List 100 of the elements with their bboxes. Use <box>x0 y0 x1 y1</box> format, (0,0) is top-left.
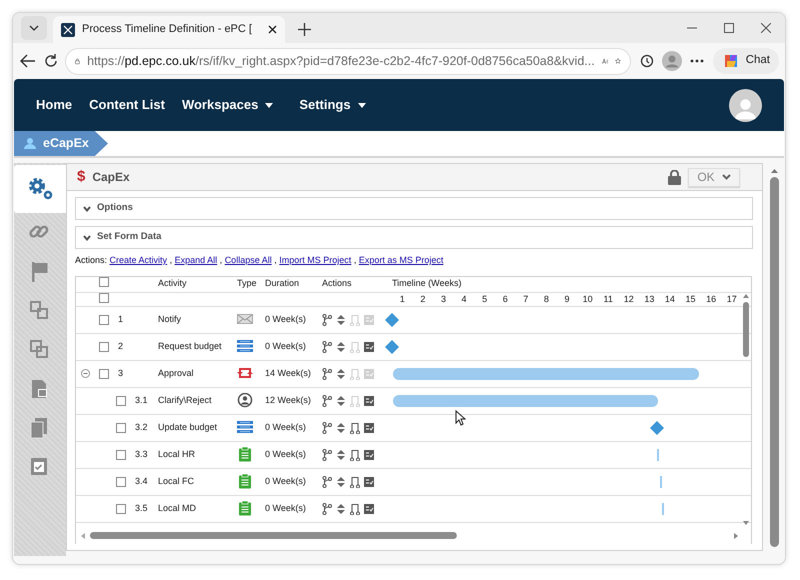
scroll-down-icon[interactable] <box>743 520 749 524</box>
milestone-diamond[interactable] <box>385 312 399 326</box>
scroll-left-icon[interactable] <box>80 532 85 538</box>
row-number: 1 <box>118 312 124 326</box>
chevron-down-icon <box>83 234 91 240</box>
form-check-icon[interactable] <box>364 448 374 460</box>
checkbox[interactable] <box>99 342 109 352</box>
tab-list-button[interactable] <box>21 16 47 40</box>
chevron-down-icon <box>722 174 731 180</box>
checkbox[interactable] <box>116 396 126 406</box>
duration-text: 12 Week(s) <box>265 394 312 407</box>
scrollbar-thumb[interactable] <box>90 532 457 538</box>
milestone-diamond[interactable] <box>385 340 399 354</box>
up-down-icon[interactable] <box>336 502 346 514</box>
duration-text: 0 Week(s) <box>265 448 307 461</box>
up-down-icon[interactable] <box>336 314 346 326</box>
branch-icon[interactable] <box>322 394 332 406</box>
week-label: 13 <box>643 293 656 306</box>
up-down-icon[interactable] <box>336 422 346 434</box>
action-link[interactable]: Create Activity <box>110 255 168 265</box>
week-label: 3 <box>440 293 447 306</box>
branch-icon[interactable] <box>322 340 332 352</box>
clipboard-icon <box>237 447 253 462</box>
up-down-icon[interactable] <box>336 448 346 460</box>
nav-link[interactable]: Settings <box>299 95 366 115</box>
scroll-up-icon[interactable] <box>771 169 778 173</box>
action-link[interactable]: Collapse All <box>224 255 272 265</box>
sidebar-tab[interactable] <box>14 165 66 213</box>
branch-icon[interactable] <box>322 314 332 326</box>
scroll-up-icon[interactable] <box>743 294 749 298</box>
scroll-right-icon[interactable] <box>734 532 738 538</box>
clipboard-icon <box>237 501 253 516</box>
separator-text: , <box>354 255 356 265</box>
week-label: 6 <box>502 293 509 306</box>
close-icon[interactable] <box>268 25 277 34</box>
nav-link[interactable]: Workspaces <box>182 95 274 115</box>
row-number: 3.3 <box>135 448 148 461</box>
more-icon[interactable] <box>690 59 704 63</box>
form-check-icon[interactable] <box>364 502 374 514</box>
reload-icon[interactable] <box>44 54 58 68</box>
address-bar[interactable]: https://pd.epc.co.uk/rs/if/kv_right.aspx?pid=d78fe23e-c2b2-4fc7-920f-0d8756ca50a8&kvid... <box>65 48 632 74</box>
connector-icon[interactable] <box>350 476 360 488</box>
duration-text: 0 Week(s) <box>265 502 307 515</box>
connector-icon[interactable] <box>350 422 360 434</box>
form-check-icon[interactable] <box>364 476 374 488</box>
activity-name: Clarify\Reject <box>158 394 213 407</box>
checkbox[interactable] <box>116 450 126 460</box>
address-text: https://pd.epc.co.uk/rs/if/kv_right.aspx?pid=d78fe23e-c2b2-4fc7-920f-0d8756ca50a8&kvid... <box>87 52 595 70</box>
action-link[interactable]: Expand All <box>174 255 218 265</box>
checkbox[interactable] <box>99 314 109 324</box>
row-number: 3.5 <box>135 502 148 515</box>
collapse-icon[interactable] <box>81 369 90 378</box>
mouse-pointer-icon <box>455 410 466 426</box>
browser-tab[interactable]: Process Timeline Definition - ePC [ <box>53 16 285 43</box>
duration-text: 0 Week(s) <box>265 420 307 434</box>
list-icon <box>237 339 253 354</box>
up-down-icon[interactable] <box>336 394 346 406</box>
branch-icon[interactable] <box>322 422 332 434</box>
maximize-icon[interactable] <box>724 23 734 33</box>
scrollbar-thumb[interactable] <box>770 177 779 547</box>
checkbox[interactable] <box>116 422 126 432</box>
action-link[interactable]: Import MS Project <box>279 255 352 265</box>
branch-icon[interactable] <box>322 502 332 514</box>
history-icon[interactable] <box>640 54 654 68</box>
column-header: Activity <box>158 277 188 290</box>
back-icon[interactable] <box>20 54 36 68</box>
branch-icon[interactable] <box>322 448 332 460</box>
branch-icon[interactable] <box>322 368 332 380</box>
action-link[interactable]: Export as MS Project <box>358 255 444 265</box>
user-avatar[interactable] <box>729 88 762 122</box>
week-label: 8 <box>542 293 550 306</box>
up-down-icon[interactable] <box>336 368 346 380</box>
form-check-icon[interactable] <box>364 394 374 406</box>
row-number: 3.1 <box>135 394 148 407</box>
week-label: 2 <box>419 293 426 306</box>
nav-link[interactable]: Content List <box>89 95 165 115</box>
nav-link[interactable]: Home <box>36 95 72 115</box>
week-label: 4 <box>460 293 468 306</box>
checkbox[interactable] <box>99 276 109 287</box>
chat-button[interactable]: Chat <box>712 48 779 74</box>
branch-icon[interactable] <box>322 476 332 488</box>
week-label: 14 <box>664 293 676 306</box>
close-icon[interactable] <box>761 23 771 33</box>
connector-icon[interactable] <box>350 502 360 514</box>
form-check-icon[interactable] <box>364 422 374 434</box>
checkbox[interactable] <box>99 368 109 378</box>
checkbox[interactable] <box>99 292 109 302</box>
checkbox[interactable] <box>116 476 126 486</box>
up-down-icon[interactable] <box>336 476 346 488</box>
connector-icon[interactable] <box>350 448 360 460</box>
up-down-icon[interactable] <box>336 340 346 352</box>
form-check-icon[interactable] <box>364 340 374 352</box>
checkbox[interactable] <box>116 504 126 514</box>
section-header[interactable]: Set Form Data <box>75 226 753 249</box>
section-header[interactable]: Options <box>75 197 753 220</box>
milestone-diamond[interactable] <box>650 420 664 434</box>
week-label: 10 <box>582 293 594 306</box>
scrollbar-thumb[interactable] <box>743 302 749 356</box>
profile-icon[interactable] <box>662 51 682 71</box>
week-label: 9 <box>563 293 570 306</box>
